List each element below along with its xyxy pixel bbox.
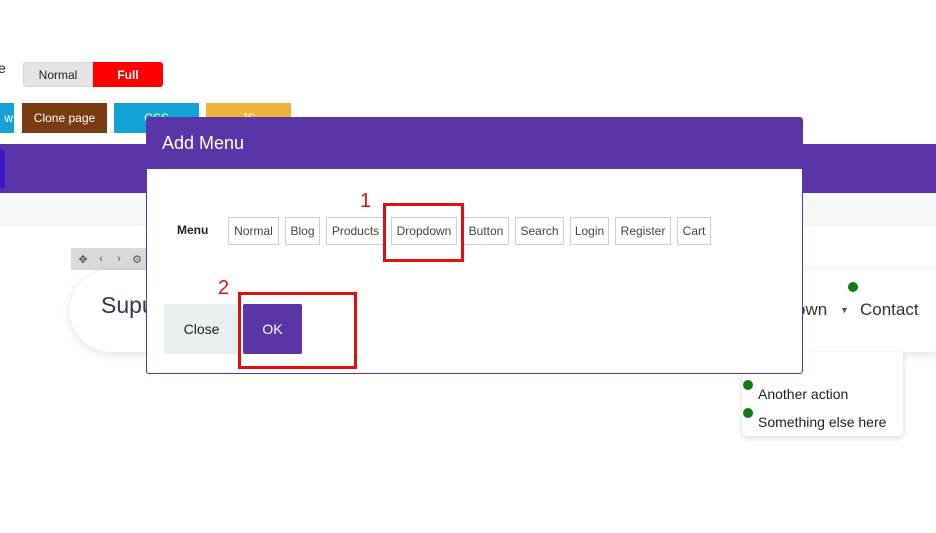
annotation-step2: 2 xyxy=(218,277,230,299)
menu-option-search[interactable]: Search xyxy=(515,217,564,245)
status-dot xyxy=(848,282,858,292)
gear-icon[interactable]: ⚙ xyxy=(130,253,144,266)
chevron-right-icon[interactable]: › xyxy=(112,253,126,265)
menu-option-button[interactable]: Button xyxy=(463,217,509,245)
menu-option-login[interactable]: Login xyxy=(570,217,609,245)
band-tab[interactable] xyxy=(0,150,5,188)
clone-page-button[interactable]: Clone page xyxy=(22,103,107,133)
preview-button[interactable]: w xyxy=(0,103,14,133)
nav-item-contact[interactable]: Contact xyxy=(860,300,919,320)
annotation-step1: 1 xyxy=(360,190,372,212)
menu-option-cart[interactable]: Cart xyxy=(677,217,711,245)
element-toolbar: ✥ ‹ › ⚙ xyxy=(71,248,155,270)
full-width-button[interactable]: Full xyxy=(93,62,163,87)
size-label: e xyxy=(0,60,6,76)
status-dot xyxy=(743,380,753,390)
normal-width-button[interactable]: Normal xyxy=(23,62,93,87)
close-button[interactable]: Close xyxy=(164,304,239,354)
chevron-left-icon[interactable]: ‹ xyxy=(94,253,108,265)
menu-option-normal[interactable]: Normal xyxy=(228,217,279,245)
menu-option-blog[interactable]: Blog xyxy=(285,217,320,245)
menu-type-label: Menu xyxy=(177,223,209,237)
dropdown-item-another-action[interactable]: Another action xyxy=(758,386,848,402)
move-icon[interactable]: ✥ xyxy=(76,253,90,266)
caret-down-icon: ▼ xyxy=(840,305,849,315)
annotation-box-step1 xyxy=(383,203,464,262)
dropdown-item-something-else[interactable]: Something else here xyxy=(758,414,886,430)
modal-title: Add Menu xyxy=(147,118,802,169)
status-dot xyxy=(743,408,753,418)
annotation-box-step2 xyxy=(238,292,357,369)
menu-option-products[interactable]: Products xyxy=(326,217,385,245)
menu-option-register[interactable]: Register xyxy=(615,217,671,245)
